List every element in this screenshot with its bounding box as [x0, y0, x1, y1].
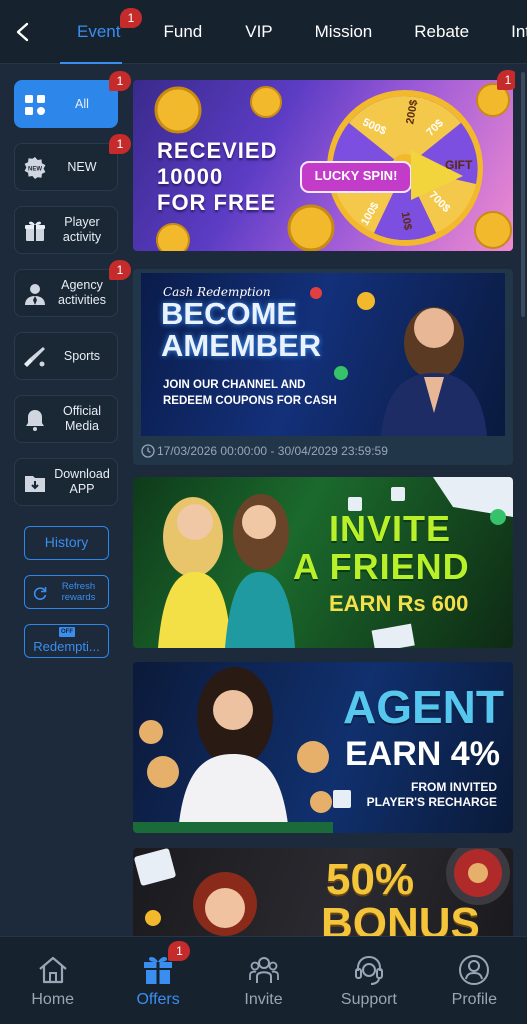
agent-person-icon [25, 284, 45, 305]
invite-people-icon [248, 956, 279, 983]
promo-line-2: EARN 4% [345, 735, 500, 773]
sidebar-item-all[interactable]: All 1 [14, 71, 131, 128]
notification-badge: 1 [109, 260, 131, 280]
tab-label: Inte [511, 22, 527, 41]
sidebar-item-label: Sports [63, 348, 101, 363]
grid-icon [25, 95, 45, 115]
nav-label: Offers [136, 990, 180, 1008]
nav-label: Invite [244, 990, 283, 1008]
bell-icon [26, 410, 44, 431]
promo-line-3: EARN Rs 600 [329, 591, 469, 616]
promo-line-3: FOR FREE [157, 190, 277, 215]
tab-more[interactable]: Inte [511, 0, 527, 64]
notification-badge: 1 [109, 134, 131, 154]
redemption-button[interactable]: OFF Redempti... [24, 624, 109, 658]
notification-badge: 1 [120, 8, 142, 28]
nav-home[interactable]: Home [0, 937, 105, 1024]
promo-card-bonus[interactable]: 50% BONUS [133, 848, 513, 936]
refresh-icon [33, 587, 47, 600]
sidebar-item-label: All [75, 96, 89, 111]
sidebar-item-label: NEW [67, 159, 97, 174]
promo-dates: 17/03/2026 00:00:00 - 30/04/2029 23:59:5… [157, 444, 388, 458]
promo-line-1: RECEVIED [157, 138, 278, 163]
tab-event[interactable]: Event 1 [60, 0, 142, 64]
history-button[interactable]: History [24, 526, 109, 560]
tab-fund[interactable]: Fund [163, 0, 202, 64]
promo-line-2: BONUS [321, 899, 480, 937]
tab-label: Mission [314, 22, 373, 41]
app-root: Event 1 Fund VIP Mission Rebate Inte All… [0, 0, 527, 1024]
sidebar-item-download-app[interactable]: Download APP [14, 458, 118, 506]
tab-label: Rebate [414, 22, 470, 41]
lucky-spin-label: LUCKY SPIN! [314, 168, 398, 183]
notification-badge: 1 [168, 941, 191, 961]
nav-label: Profile [451, 990, 497, 1008]
promo-sub-1: JOIN OUR CHANNEL AND [163, 379, 306, 391]
promo-line-2: AMEMBER [161, 328, 322, 363]
sidebar-item-sports[interactable]: Sports [14, 332, 118, 380]
bat-icon [24, 347, 45, 367]
history-label: History [44, 534, 89, 550]
headset-icon [354, 955, 383, 985]
profile-icon [459, 954, 490, 985]
nav-invite[interactable]: Invite [211, 937, 316, 1024]
tab-strip: Event 1 Fund VIP Mission Rebate Inte [60, 0, 527, 64]
notification-badge: 1 [497, 70, 515, 90]
clock-icon [141, 444, 155, 458]
bottom-nav: Home Offers 1 Invite Support Profile [0, 936, 527, 1024]
back-arrow-icon[interactable] [10, 18, 36, 46]
gift-box-icon [25, 221, 45, 241]
promo-card-become-member[interactable]: Cash Redemption BECOME AMEMBER JOIN OUR … [133, 269, 513, 465]
wheel-slice-label: GIFT [445, 158, 473, 172]
promo-line-1: INVITE [329, 508, 452, 549]
refresh-label: Refresh rewards [61, 581, 96, 603]
sidebar-item-label: Official Media [63, 404, 101, 433]
promo-sub-1: FROM INVITED [411, 780, 497, 794]
category-sidebar: All 1 NEW NEW 1 Player activity Agency a… [0, 64, 131, 936]
home-icon [38, 956, 67, 983]
sidebar-item-official-media[interactable]: Official Media [14, 395, 118, 443]
redemption-label: Redempti... [33, 639, 100, 654]
sidebar-item-player-activity[interactable]: Player activity [14, 206, 118, 254]
nav-label: Home [31, 990, 75, 1008]
scrollbar[interactable] [521, 72, 525, 317]
promo-card-lucky-spin[interactable]: RECEVIED 10000 FOR FREE LUCKY SPIN! 500$… [133, 80, 513, 251]
new-icon-text: NEW [28, 167, 42, 173]
download-folder-icon [25, 476, 45, 492]
sidebar-item-new[interactable]: NEW NEW 1 [14, 134, 131, 191]
promo-line-2: A FRIEND [293, 546, 470, 587]
promo-line-1: 50% [326, 855, 415, 904]
promo-line-2: 10000 [157, 164, 224, 189]
nav-label: Support [340, 990, 397, 1008]
nav-offers[interactable]: Offers 1 [105, 937, 210, 1024]
tab-label: VIP [245, 22, 273, 41]
tab-mission[interactable]: Mission [315, 0, 373, 64]
coupon-icon: OFF [59, 627, 75, 637]
promo-sub-2: PLAYER'S RECHARGE [366, 795, 497, 809]
sidebar-item-label: Download APP [54, 467, 110, 496]
sidebar-item-agency-activities[interactable]: Agency activities 1 [14, 260, 131, 317]
member-banner-art: Cash Redemption BECOME AMEMBER JOIN OUR … [141, 273, 505, 436]
sidebar-item-label: Player activity [62, 215, 102, 244]
promo-card-invite-friend[interactable]: INVITE A FRIEND EARN Rs 600 [133, 477, 513, 648]
promo-sub-2: REDEEM COUPONS FOR CASH [163, 395, 337, 407]
nav-profile[interactable]: Profile [422, 937, 527, 1024]
promotion-list[interactable]: RECEVIED 10000 FOR FREE LUCKY SPIN! 500$… [133, 64, 515, 936]
top-nav: Event 1 Fund VIP Mission Rebate Inte [0, 0, 527, 64]
promo-card-agent[interactable]: AGENT EARN 4% FROM INVITED PLAYER'S RECH… [133, 662, 513, 833]
nav-support[interactable]: Support [316, 937, 421, 1024]
new-star-icon: NEW [24, 157, 46, 179]
promo-line-1: AGENT [343, 681, 504, 733]
tab-rebate[interactable]: Rebate [414, 0, 469, 64]
tab-label: Fund [163, 22, 203, 41]
tab-vip[interactable]: VIP [245, 0, 272, 64]
tab-label: Event [77, 22, 121, 41]
notification-badge: 1 [109, 71, 131, 91]
promo-line-1: BECOME [161, 296, 298, 331]
refresh-rewards-button[interactable]: Refresh rewards [24, 575, 109, 609]
sidebar-item-label: Agency activities [58, 278, 106, 307]
